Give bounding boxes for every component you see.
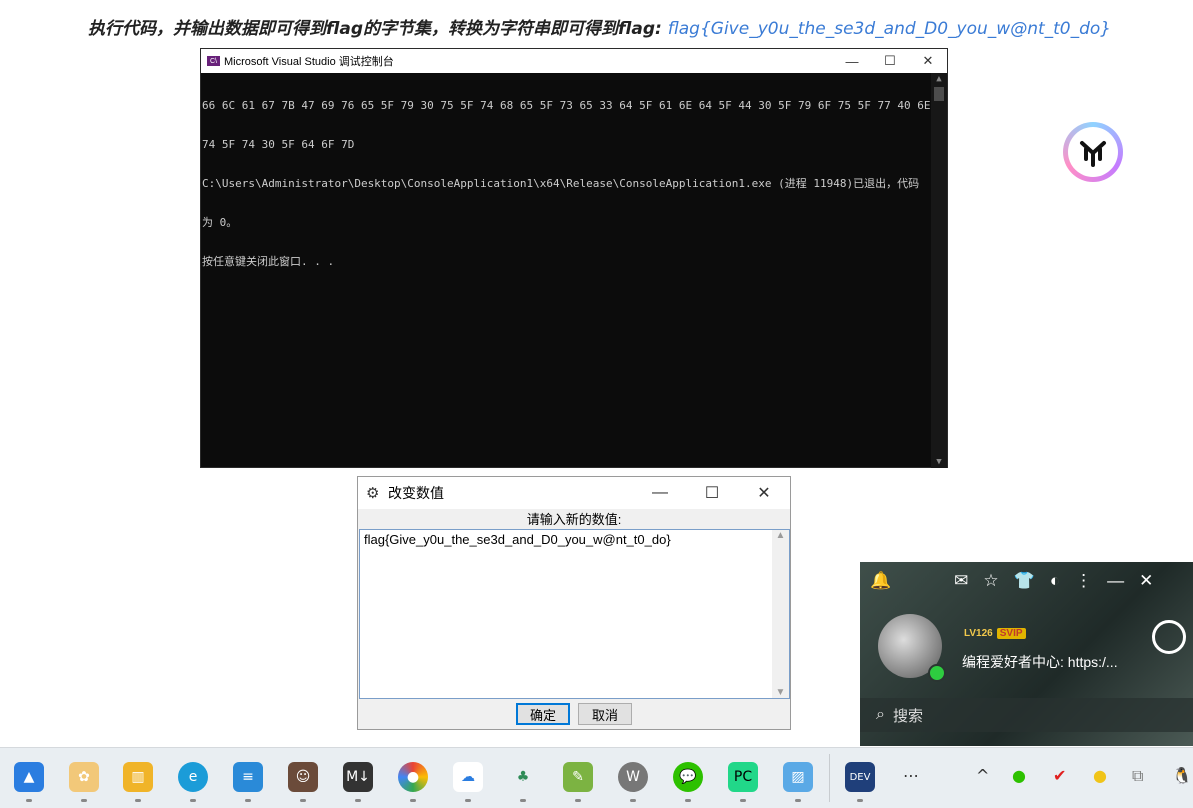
console-maximize-button[interactable]: ☐ (871, 53, 909, 69)
editor-app-icon[interactable]: ✎ (563, 762, 593, 792)
shirt-icon[interactable]: 👕 (1014, 571, 1035, 591)
level-badges: LV126 SVIP (964, 628, 1026, 639)
console-minimize-button[interactable]: — (833, 54, 871, 69)
qq-tray-icon[interactable]: 🐧 (1172, 766, 1192, 785)
edge-browser-icon[interactable]: e (178, 762, 208, 792)
search-icon: ⌕ (876, 706, 885, 723)
visual-studio-icon: C\ (207, 56, 220, 66)
taskbar: ▲ ✿ ▥ e ≡ ☺ M↓ ● ☁ ♣ ✎ W 💬 PC ▨ DEV ⋯ ^ … (0, 747, 1193, 808)
search-placeholder: 搜索 (892, 707, 923, 725)
console-line: C:\Users\Administrator\Desktop\ConsoleAp… (202, 177, 920, 190)
dialog-close-button[interactable]: ✕ (738, 483, 790, 503)
console-line: 66 6C 61 67 7B 47 69 76 65 5F 79 30 75 5… (202, 99, 931, 112)
textarea-scrollbar[interactable]: ▲ ▼ (772, 530, 789, 698)
app-tray-icon[interactable]: ● (1093, 766, 1107, 785)
logo-mark-icon (1080, 141, 1106, 167)
console-titlebar[interactable]: C\ Microsoft Visual Studio 调试控制台 — ☐ ✕ (201, 49, 947, 73)
dialog-titlebar[interactable]: ⚙ 改变数值 — ☐ ✕ (358, 477, 790, 509)
console-scrollbar[interactable]: ▲ ▼ (931, 73, 947, 468)
app-orange-icon[interactable]: ✿ (69, 762, 99, 792)
devc-icon[interactable]: DEV (845, 762, 875, 792)
dialog-maximize-button[interactable]: ☐ (686, 483, 738, 503)
photos-icon[interactable]: ▲ (14, 762, 44, 792)
change-value-dialog: ⚙ 改变数值 — ☐ ✕ 请输入新的数值: flag{Give_y0u_the_… (357, 476, 791, 730)
console-title: Microsoft Visual Studio 调试控制台 (224, 56, 394, 68)
qq-panel: 🔔 ✉ ☆ 👕 ◐ ⋮ — ✕ LV126 SVIP 编程爱好者中心: http… (860, 562, 1193, 746)
headline-text: 执行代码，并输出数据即可得到flag的字节集，转换为字符串即可得到flag: (88, 19, 662, 39)
console-close-button[interactable]: ✕ (909, 53, 947, 69)
online-status-icon (928, 664, 946, 682)
tray-chevron-icon[interactable]: ^ (976, 766, 989, 785)
dialog-title: 改变数值 (388, 485, 444, 501)
level-badge: LV126 (964, 628, 993, 639)
archive-icon[interactable]: ▥ (123, 762, 153, 792)
antivirus-tray-icon[interactable]: ✔ (1053, 766, 1066, 785)
new-value-text: flag{Give_y0u_the_se3d_and_D0_you_w@nt_t… (364, 532, 671, 547)
chrome-icon[interactable]: ● (398, 762, 428, 792)
green-app-icon[interactable]: ♣ (508, 762, 538, 792)
baidu-netdisk-icon[interactable]: ☁ (453, 762, 483, 792)
cancel-button[interactable]: 取消 (578, 703, 632, 725)
dialog-buttons: 确定 取消 (358, 703, 790, 727)
wechat-tray-icon[interactable]: ● (1012, 766, 1026, 785)
pycharm-icon[interactable]: PC (728, 762, 758, 792)
w-app-icon[interactable]: W (618, 762, 648, 792)
close-icon[interactable]: ✕ (1139, 571, 1153, 591)
more-apps-button[interactable]: ⋯ (903, 766, 919, 785)
scroll-up-icon[interactable]: ▲ (931, 73, 947, 85)
more-icon[interactable]: ⋮ (1075, 571, 1092, 591)
signature-text[interactable]: 编程爱好者中心: https:/... (962, 652, 1142, 672)
article-headline: 执行代码，并输出数据即可得到flag的字节集，转换为字符串即可得到flag: f… (88, 14, 1188, 42)
ok-button[interactable]: 确定 (516, 703, 570, 725)
scroll-up-icon[interactable]: ▲ (772, 530, 789, 541)
headline-flag: flag{Give_y0u_the_se3d_and_D0_you_w@nt_t… (667, 19, 1112, 39)
minimize-icon[interactable]: — (1107, 571, 1124, 591)
notepad-icon[interactable]: ≡ (233, 762, 263, 792)
console-line: 74 5F 74 30 5F 64 6F 7D (202, 138, 355, 151)
qq-bell-icon[interactable]: 🔔 (870, 571, 891, 591)
qq-toolbar: 🔔 ✉ ☆ 👕 ◐ ⋮ — ✕ (870, 570, 1193, 592)
wechat-icon[interactable]: 💬 (673, 762, 703, 792)
console-output: 66 6C 61 67 7B 47 69 76 65 5F 79 30 75 5… (201, 73, 947, 468)
console-scroll-thumb[interactable] (934, 87, 944, 101)
scroll-down-icon[interactable]: ▼ (931, 456, 947, 468)
cheat-engine-icon: ⚙ (366, 485, 380, 502)
new-value-input[interactable]: flag{Give_y0u_the_se3d_and_D0_you_w@nt_t… (359, 529, 790, 699)
markdown-editor-icon[interactable]: M↓ (343, 762, 373, 792)
dialog-prompt: 请输入新的数值: (526, 512, 622, 527)
portrait-app-icon[interactable]: ☺ (288, 762, 318, 792)
image-viewer-icon[interactable]: ▨ (783, 762, 813, 792)
vip-badge[interactable]: SVIP (996, 628, 1026, 639)
taskbar-divider (829, 754, 830, 802)
copy-tray-icon[interactable]: ⧉ (1132, 766, 1143, 786)
console-line: 按任意键关闭此窗口. . . (202, 255, 335, 268)
mail-icon[interactable]: ✉ (954, 571, 968, 591)
console-line: 为 0。 (202, 216, 238, 229)
dialog-minimize-button[interactable]: — (634, 484, 686, 502)
scroll-down-icon[interactable]: ▼ (772, 687, 789, 698)
console-window: C\ Microsoft Visual Studio 调试控制台 — ☐ ✕ 6… (200, 48, 948, 468)
star-icon[interactable]: ☆ (983, 571, 998, 591)
qq-search-input[interactable]: ⌕ 搜索 (860, 698, 1193, 732)
site-logo-icon[interactable] (1063, 122, 1123, 182)
theme-icon[interactable]: ◐ (1050, 571, 1060, 591)
weather-sun-icon[interactable] (1152, 620, 1186, 654)
